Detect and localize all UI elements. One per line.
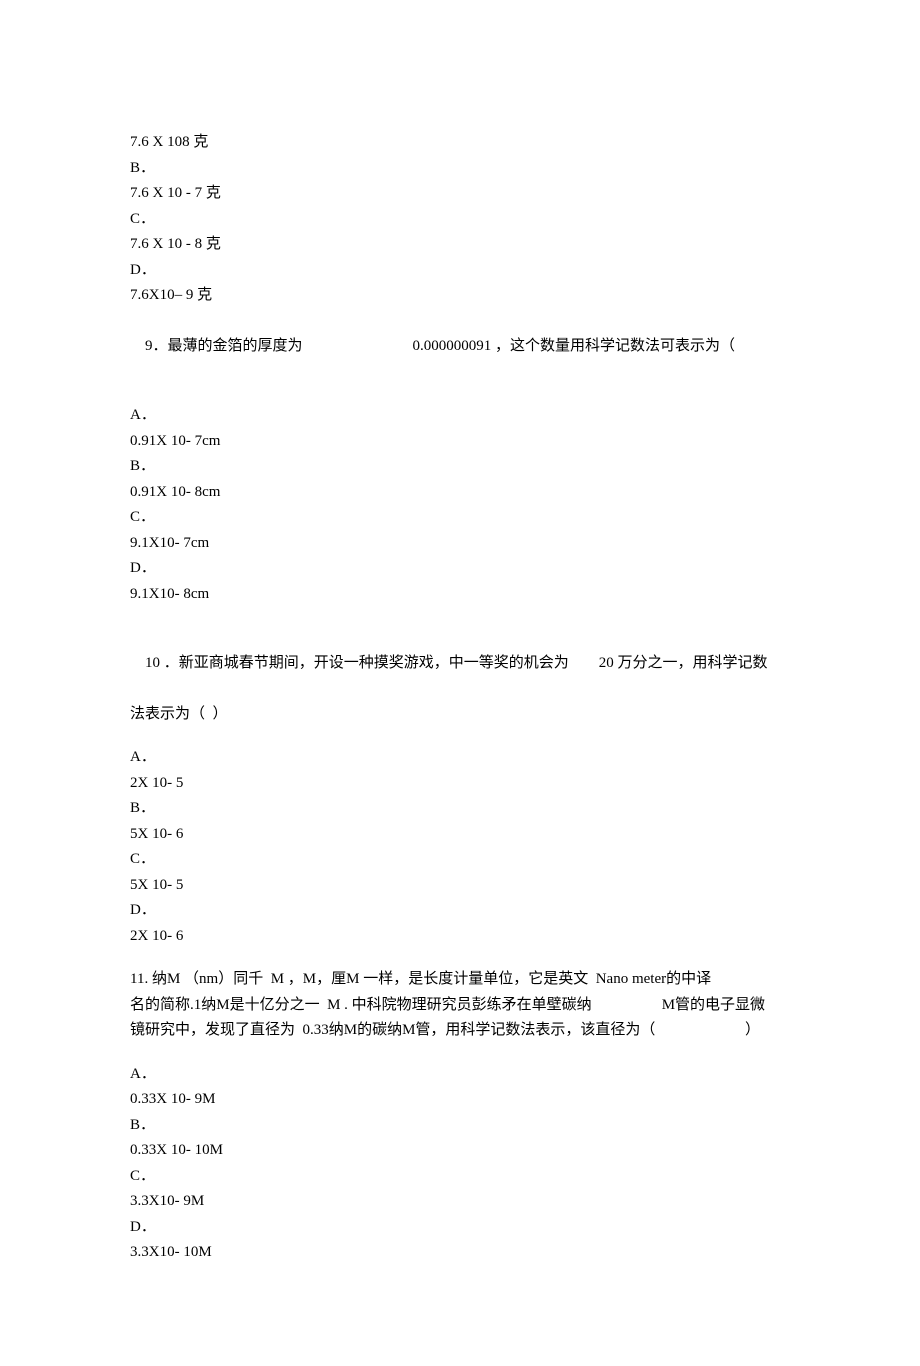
q11-option-b-text: 0.33X 10- 10M — [130, 1138, 790, 1164]
q10-option-b-text: 5X 10- 6 — [130, 822, 790, 848]
q9-option-c-text: 9.1X10- 7cm — [130, 531, 790, 557]
q11-option-c-text: 3.3X10- 9M — [130, 1189, 790, 1215]
q11-stem-line3: 镜研究中，发现了直径为 0.33纳M的碳纳M管，用科学记数法表示，该直径为（ ） — [130, 1018, 790, 1044]
q8-option-b-label: B． — [130, 156, 790, 182]
q11-option-a-label: A． — [130, 1062, 790, 1088]
document-page: 7.6 X 108 克 B． 7.6 X 10 - 7 克 C． 7.6 X 1… — [0, 0, 920, 1366]
q10-option-d-label: D． — [130, 898, 790, 924]
q9-option-b-text: 0.91X 10- 8cm — [130, 480, 790, 506]
q9-option-d-text: 9.1X10- 8cm — [130, 582, 790, 608]
q8-option-d-label: D． — [130, 258, 790, 284]
q9-option-a-label: A． — [130, 403, 790, 429]
q11-line2-b: M管的电子显微 — [662, 993, 765, 1019]
q11-line2-a: 名的简称.1纳M是十亿分之一 M . 中科院物理研究员彭练矛在单壁碳纳 — [130, 993, 592, 1019]
q8-option-a-text: 7.6 X 108 克 — [130, 130, 790, 156]
q10-stem-line1: 10 ．新亚商城春节期间，开设一种摸奖游戏，中一等奖的机会为 20 万分之一，用科… — [130, 625, 790, 702]
q9-text-b: 0.000000091 ，这个数量用科学记数法可表示为（ — [413, 338, 736, 354]
q10-option-c-text: 5X 10- 5 — [130, 873, 790, 899]
q9-number: 9． — [145, 338, 168, 354]
q9-option-c-label: C． — [130, 505, 790, 531]
q9-stem: 9．最薄的金箔的厚度为 0.000000091 ，这个数量用科学记数法可表示为（ — [130, 309, 790, 386]
q11-option-c-label: C． — [130, 1164, 790, 1190]
q9-text-a: 最薄的金箔的厚度为 — [168, 338, 303, 354]
q10-line1-a: 10 ．新亚商城春节期间，开设一种摸奖游戏，中一等奖的机会为 — [145, 655, 569, 671]
q9-option-b-label: B． — [130, 454, 790, 480]
q10-line1-b: 20 万分之一，用科学记数 — [599, 655, 768, 671]
q8-option-c-text: 7.6 X 10 - 8 克 — [130, 232, 790, 258]
q10-option-c-label: C． — [130, 847, 790, 873]
q10-option-b-label: B． — [130, 796, 790, 822]
q11-option-d-text: 3.3X10- 10M — [130, 1240, 790, 1266]
q8-option-d-text: 7.6X10– 9 克 — [130, 283, 790, 309]
q11-option-d-label: D． — [130, 1215, 790, 1241]
q11-line3-a: 镜研究中，发现了直径为 0.33纳M的碳纳M管，用科学记数法表示，该直径为（ — [130, 1018, 655, 1044]
q8-option-c-label: C． — [130, 207, 790, 233]
q10-option-a-text: 2X 10- 5 — [130, 771, 790, 797]
q11-stem-line2: 名的简称.1纳M是十亿分之一 M . 中科院物理研究员彭练矛在单壁碳纳 M管的电子… — [130, 993, 790, 1019]
q11-option-a-text: 0.33X 10- 9M — [130, 1087, 790, 1113]
q10-option-a-label: A． — [130, 745, 790, 771]
q8-option-b-text: 7.6 X 10 - 7 克 — [130, 181, 790, 207]
q11-line3-b: ） — [745, 1018, 790, 1044]
q11-option-b-label: B． — [130, 1113, 790, 1139]
q9-option-d-label: D． — [130, 556, 790, 582]
q10-stem-line2: 法表示为（ ） — [130, 702, 790, 728]
q10-option-d-text: 2X 10- 6 — [130, 924, 790, 950]
q9-option-a-text: 0.91X 10- 7cm — [130, 429, 790, 455]
q11-stem-line1: 11. 纳M （nm）同千 M ，M，厘M 一样，是长度计量单位，它是英文 Na… — [130, 967, 790, 993]
